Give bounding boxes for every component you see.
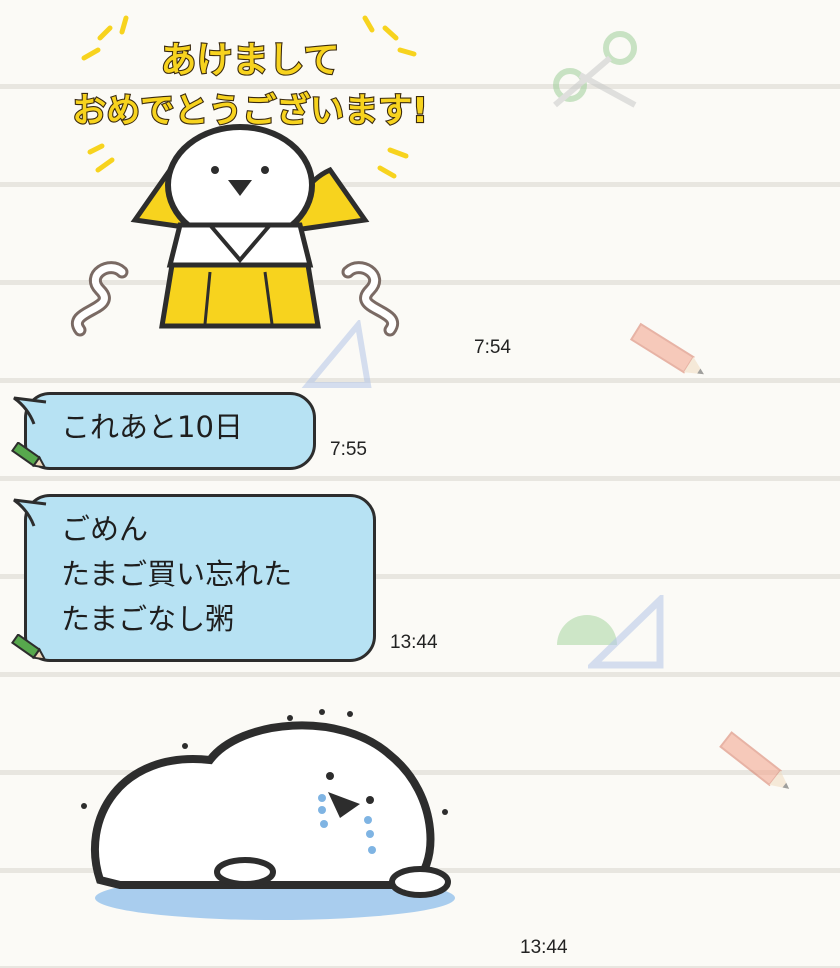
scissors-icon [553, 31, 637, 108]
pencil-icon [10, 634, 47, 661]
bubble-tail [13, 396, 47, 425]
message-bubble[interactable]: これあと10日 [24, 392, 316, 470]
message-text-line: たまご買い忘れた [61, 557, 293, 591]
new-year-bird-sticker-icon: あけまして おめでとうございます! [71, 15, 429, 337]
message-time: 7:54 [474, 337, 511, 358]
message-time: 13:44 [390, 632, 438, 653]
message-text: これあと10日 [61, 410, 243, 444]
message-text-line: ごめん [61, 512, 149, 546]
triangle-ruler-icon [588, 595, 664, 669]
new-year-sticker[interactable]: あけまして おめでとうございます! [60, 10, 440, 350]
message-time: 7:55 [330, 439, 367, 460]
message-time: 13:44 [520, 937, 568, 958]
crying-bird-sticker-icon [81, 709, 455, 920]
sticker-headline-1: あけまして [161, 40, 340, 81]
pencil-icon [10, 442, 47, 469]
message-bubble[interactable]: ごめん たまご買い忘れた たまごなし粥 [24, 494, 376, 662]
pencil-icon [629, 322, 704, 375]
pencil-icon [719, 731, 790, 789]
message-text-line: たまごなし粥 [61, 602, 235, 636]
crying-bird-sticker[interactable] [60, 700, 480, 930]
bubble-tail [13, 498, 47, 527]
